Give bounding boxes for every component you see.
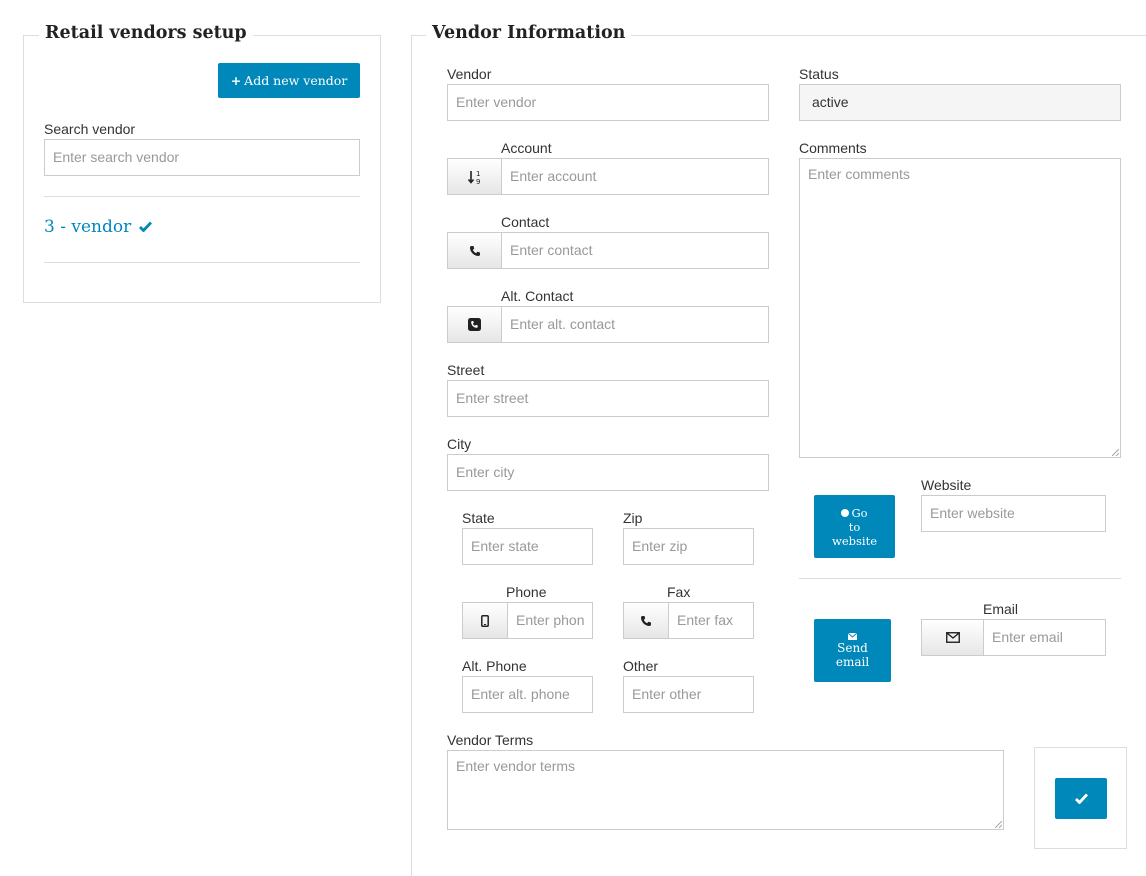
account-addon: 1 9 [447,158,502,195]
check-icon [1074,793,1088,804]
city-label: City [447,436,472,452]
globe-icon [841,508,850,517]
phone-square-icon [468,318,481,331]
send-email-button[interactable]: Send email [814,619,891,682]
phone-label: Phone [506,584,547,600]
search-vendor-input[interactable]: Enter search vendor [44,139,360,176]
go-to-website-line: to [848,519,861,534]
alt-phone-label: Alt. Phone [462,658,527,674]
envelope-icon [848,632,857,640]
status-field: active [799,84,1121,121]
fax-input[interactable]: Enter fax [668,602,754,639]
alt-contact-label: Alt. Contact [501,288,574,304]
mobile-icon [481,614,489,627]
street-input[interactable]: Enter street [447,380,769,417]
vendor-list-item-label: 3 - vendor [44,217,132,237]
send-email-line: Send [837,640,868,655]
vendor-terms-textarea[interactable]: Enter vendor terms [447,750,1004,830]
svg-text:1: 1 [476,170,480,178]
account-input[interactable]: Enter account [501,158,769,195]
add-new-vendor-label: Add new vendor [244,73,348,88]
contact-input[interactable]: Enter contact [501,232,769,269]
go-to-website-line: website [831,533,878,548]
website-label: Website [921,477,972,493]
other-label: Other [623,658,659,674]
add-new-vendor-button[interactable]: + Add new vendor [218,63,360,98]
vendor-information-title: Vendor Information [426,23,632,43]
vendor-label: Vendor [447,66,492,82]
street-label: Street [447,362,485,378]
phone-input[interactable]: Enter phon [507,602,593,639]
vendor-terms-placeholder: Enter vendor terms [456,758,576,774]
phone-icon [641,615,651,626]
zip-input[interactable]: Enter zip [623,528,754,565]
go-to-website-line: Go [851,505,868,520]
vendor-input[interactable]: Enter vendor [447,84,769,121]
contact-addon [447,232,502,269]
comments-textarea[interactable]: Enter comments [799,158,1121,458]
alt-phone-input[interactable]: Enter alt. phone [462,676,593,713]
fax-label: Fax [667,584,691,600]
status-label: Status [799,66,839,82]
contact-label: Contact [501,214,550,230]
other-input[interactable]: Enter other [623,676,754,713]
state-input[interactable]: Enter state [462,528,593,565]
search-vendor-label: Search vendor [44,121,136,137]
phone-addon [462,602,508,639]
city-input[interactable]: Enter city [447,454,769,491]
vendor-list-item[interactable]: 3 - vendor [44,217,152,237]
divider [799,578,1121,579]
vendor-terms-label: Vendor Terms [447,732,534,748]
go-to-website-button[interactable]: Go to website [814,495,895,558]
envelope-icon [945,632,960,643]
zip-label: Zip [623,510,643,526]
resize-handle-icon[interactable] [995,821,1002,828]
vendors-setup-title: Retail vendors setup [39,23,253,43]
sort-numeric-icon: 1 9 [467,170,480,185]
check-icon [138,221,152,233]
email-input[interactable]: Enter email [983,619,1106,656]
state-label: State [462,510,495,526]
account-label: Account [501,140,552,156]
comments-placeholder: Enter comments [808,166,910,182]
comments-label: Comments [799,140,867,156]
send-email-line: email [835,654,870,669]
alt-contact-addon [447,306,502,343]
save-button[interactable] [1055,778,1107,819]
divider [44,196,360,197]
alt-contact-input[interactable]: Enter alt. contact [501,306,769,343]
resize-handle-icon[interactable] [1112,449,1119,456]
fax-addon [623,602,669,639]
email-label: Email [983,601,1019,617]
website-input[interactable]: Enter website [921,495,1106,532]
svg-text:9: 9 [476,178,480,185]
phone-icon [469,245,480,256]
plus-icon: + [230,73,242,88]
email-addon [921,619,984,656]
divider [44,262,360,263]
